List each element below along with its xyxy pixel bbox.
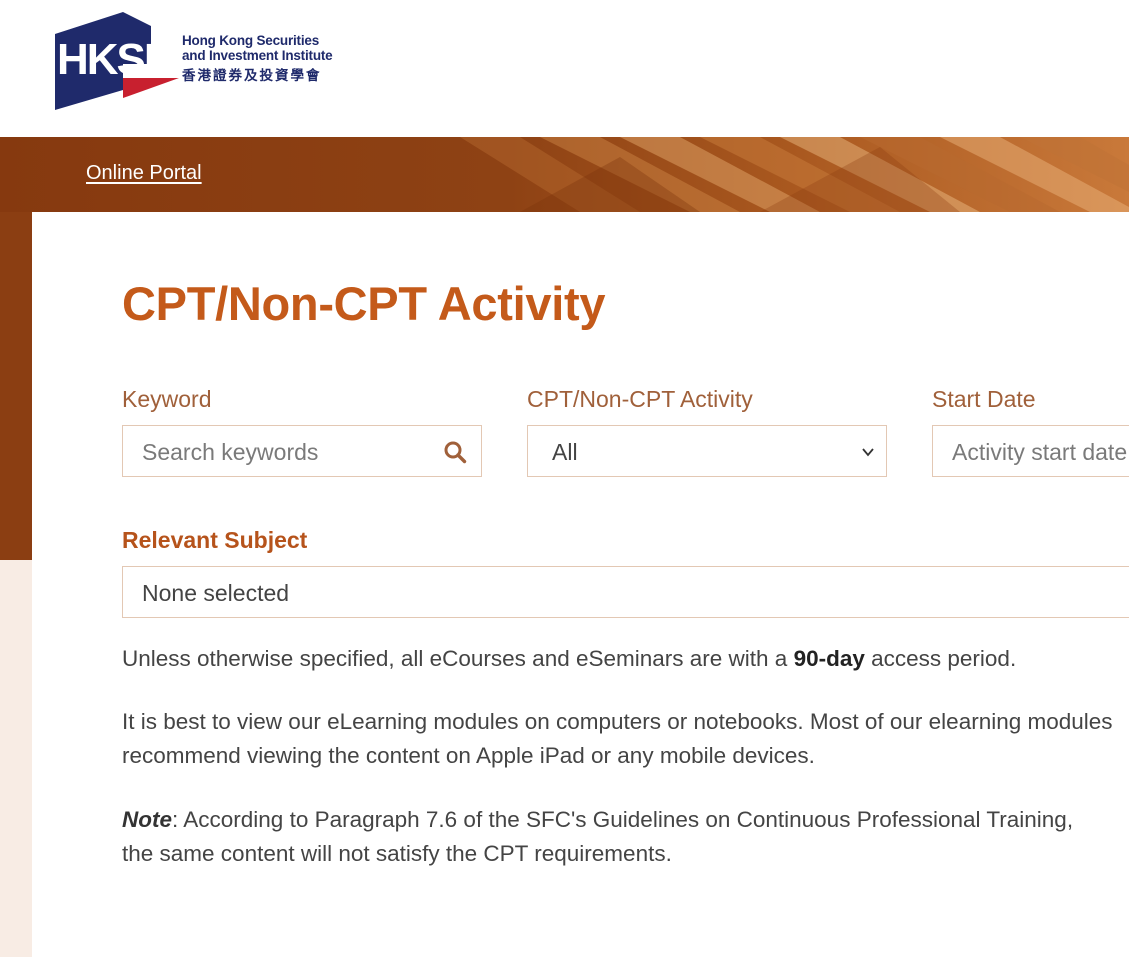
logo-name-zh: 香港證券及投資學會 — [182, 68, 322, 83]
activity-type-select[interactable]: All — [527, 425, 887, 477]
keyword-label: Keyword — [122, 386, 212, 412]
keyword-placeholder: Search keywords — [142, 439, 319, 465]
hksi-logo-mark: HKSI — [55, 12, 179, 110]
search-icon[interactable] — [443, 440, 467, 464]
note-label: Note — [122, 807, 172, 832]
hksi-logo[interactable]: HKSI Hong Kong Securities and Investment… — [55, 12, 355, 112]
relevant-subject-value: None selected — [142, 580, 290, 606]
site-header: HKSI Hong Kong Securities and Investment… — [0, 0, 1129, 137]
start-date-label: Start Date — [932, 386, 1036, 412]
access-period-note: Unless otherwise specified, all eCourses… — [122, 646, 1017, 671]
device-recommendation-note: It is best to view our eLearning modules… — [122, 709, 1113, 768]
side-decoration — [0, 212, 32, 569]
logo-abbr: HKSI — [57, 35, 154, 84]
keyword-search-input[interactable]: Search keywords — [122, 425, 482, 477]
start-date-placeholder: Activity start date — [952, 439, 1128, 465]
breadcrumb-online-portal[interactable]: Online Portal — [86, 162, 202, 185]
relevant-subject-label: Relevant Subject — [122, 527, 308, 553]
side-decoration-light — [0, 560, 32, 957]
chevron-down-icon — [862, 448, 874, 457]
page-title: CPT/Non-CPT Activity — [122, 277, 606, 330]
logo-name-en: Hong Kong Securities and Investment Inst… — [182, 33, 333, 63]
activity-type-value: All — [552, 439, 578, 465]
start-date-input[interactable]: Activity start date — [932, 425, 1129, 477]
activity-type-label: CPT/Non-CPT Activity — [527, 386, 753, 412]
cpt-guideline-note: Note: According to Paragraph 7.6 of the … — [122, 807, 1074, 866]
relevant-subject-select[interactable]: None selected — [122, 566, 1129, 618]
